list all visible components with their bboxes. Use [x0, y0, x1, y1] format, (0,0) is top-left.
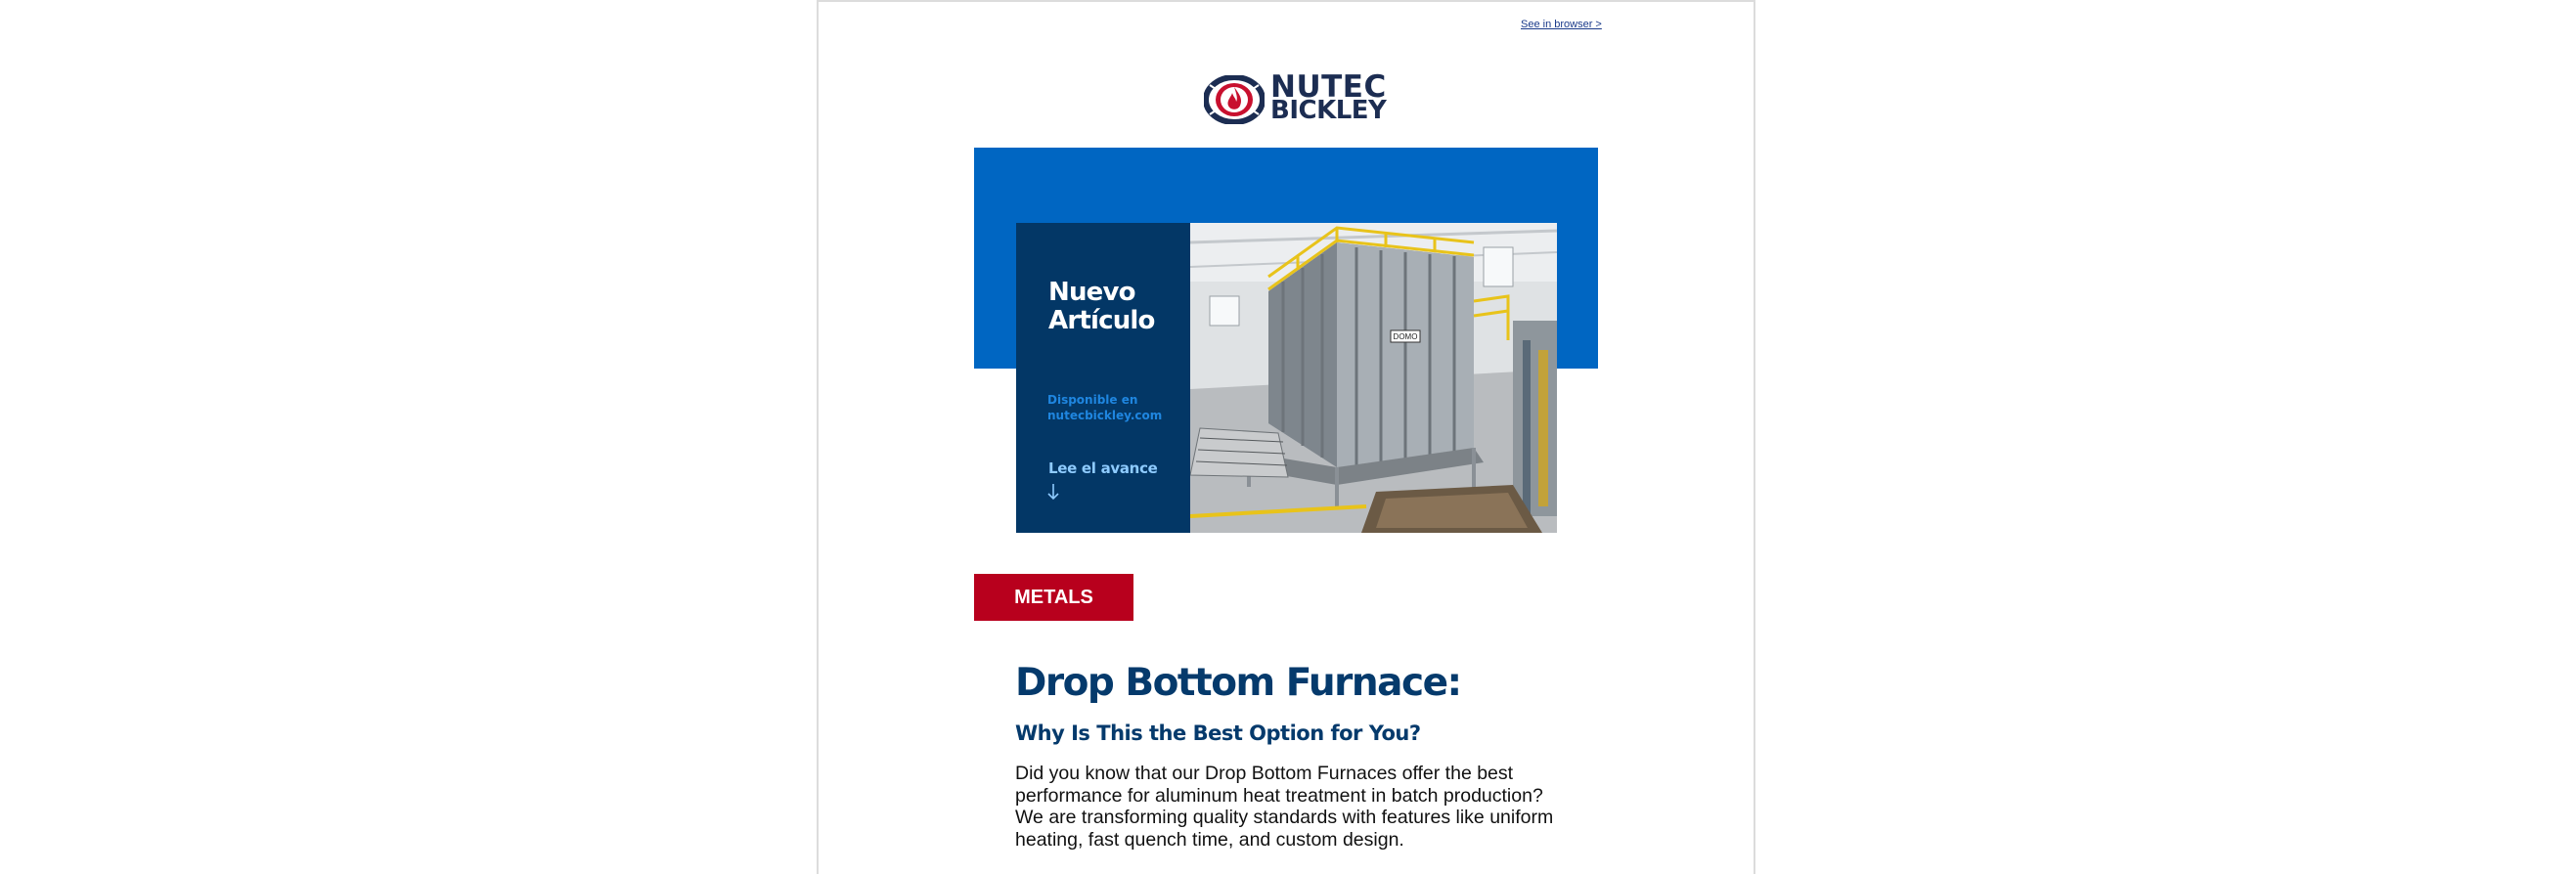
logo-wordmark: NUTEC BICKLEY [1270, 72, 1387, 125]
hero-text-panel [1016, 223, 1190, 533]
category-tag-metals[interactable]: METALS [974, 574, 1133, 621]
furnace-label: DOMO [1394, 332, 1418, 341]
flame-logo-icon [1204, 75, 1265, 124]
see-in-browser-link[interactable]: See in browser > [1521, 19, 1602, 30]
furnace-photo[interactable]: DOMO [1190, 223, 1557, 533]
furnace-image: DOMO [1190, 223, 1557, 533]
logo-line-2: BICKLEY [1270, 96, 1387, 125]
article-subtitle: Why Is This the Best Option for You? [1015, 721, 1421, 745]
company-logo[interactable]: NUTEC BICKLEY [1204, 72, 1387, 124]
article-body: Did you know that our Drop Bottom Furnac… [1015, 763, 1554, 851]
hero-title: Nuevo Artículo [1048, 278, 1155, 335]
arrow-down-icon[interactable] [1047, 483, 1059, 501]
hero-availability: Disponible en nutecbickley.com [1047, 393, 1163, 422]
read-preview-link[interactable]: Lee el avance [1048, 459, 1158, 477]
article-title: Drop Bottom Furnace: [1015, 661, 1462, 705]
